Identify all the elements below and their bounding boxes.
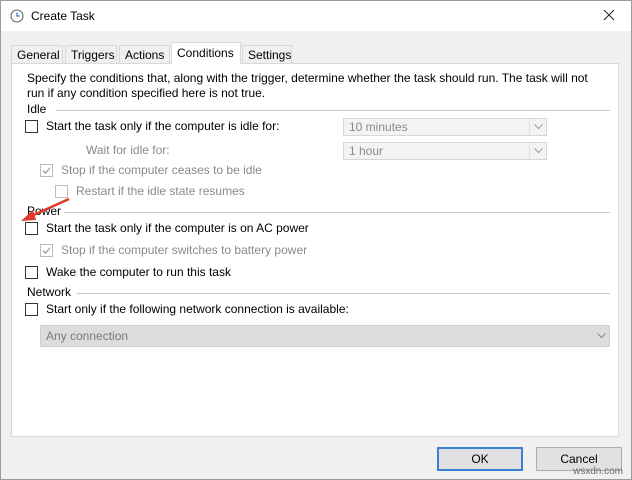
wake-label: Wake the computer to run this task bbox=[46, 265, 231, 279]
stop-idle-row[interactable]: Stop if the computer ceases to be idle bbox=[40, 163, 262, 177]
tab-settings[interactable]: Settings bbox=[242, 45, 292, 63]
wait-idle-value: 1 hour bbox=[349, 144, 384, 158]
idle-start-row[interactable]: Start the task only if the computer is i… bbox=[25, 119, 279, 133]
idle-group-label: Idle bbox=[27, 102, 47, 116]
title-bar[interactable]: Create Task bbox=[1, 1, 631, 31]
clock-icon bbox=[10, 9, 24, 23]
restart-idle-row[interactable]: Restart if the idle state resumes bbox=[55, 184, 245, 198]
close-button[interactable] bbox=[587, 1, 631, 31]
network-row[interactable]: Start only if the following network conn… bbox=[25, 302, 349, 316]
network-connection-value: Any connection bbox=[46, 329, 129, 343]
idle-start-label: Start the task only if the computer is i… bbox=[46, 119, 280, 133]
conditions-panel: Specify the conditions that, along with … bbox=[11, 63, 619, 437]
network-label: Start only if the following network conn… bbox=[46, 302, 349, 316]
create-task-dialog: Create Task General Triggers Actions Con… bbox=[0, 0, 632, 480]
tab-actions[interactable]: Actions bbox=[119, 45, 170, 63]
wait-idle-row: Wait for idle for: bbox=[86, 143, 170, 157]
wait-idle-label: Wait for idle for: bbox=[86, 143, 170, 157]
stop-idle-label: Stop if the computer ceases to be idle bbox=[61, 163, 262, 177]
tab-general[interactable]: General bbox=[11, 45, 63, 63]
battery-checkbox[interactable] bbox=[40, 243, 53, 257]
watermark: wsxdn.com bbox=[572, 466, 623, 477]
idle-duration-select[interactable]: 10 minutes bbox=[343, 118, 547, 136]
wait-idle-select[interactable]: 1 hour bbox=[343, 142, 547, 160]
stop-idle-checkbox[interactable] bbox=[40, 163, 53, 177]
checkmark-icon bbox=[42, 167, 51, 174]
tab-triggers[interactable]: Triggers bbox=[65, 45, 117, 63]
restart-idle-checkbox[interactable] bbox=[55, 184, 68, 198]
restart-idle-label: Restart if the idle state resumes bbox=[76, 184, 245, 198]
network-checkbox[interactable] bbox=[25, 302, 38, 316]
network-divider bbox=[77, 293, 610, 294]
chevron-down-icon bbox=[529, 119, 546, 135]
window-title: Create Task bbox=[31, 9, 95, 23]
conditions-description: Specify the conditions that, along with … bbox=[27, 71, 588, 100]
close-icon bbox=[603, 9, 615, 24]
chevron-down-icon bbox=[593, 326, 609, 346]
ok-button[interactable]: OK bbox=[437, 447, 523, 471]
power-divider bbox=[64, 212, 610, 213]
wake-checkbox[interactable] bbox=[25, 265, 38, 279]
checkmark-icon bbox=[42, 247, 51, 254]
tab-conditions[interactable]: Conditions bbox=[171, 42, 241, 64]
idle-duration-value: 10 minutes bbox=[349, 120, 408, 134]
idle-divider bbox=[56, 110, 610, 111]
network-group-label: Network bbox=[27, 285, 72, 299]
idle-start-checkbox[interactable] bbox=[25, 119, 38, 133]
battery-row[interactable]: Stop if the computer switches to battery… bbox=[40, 243, 307, 257]
battery-label: Stop if the computer switches to battery… bbox=[61, 243, 308, 257]
network-connection-select[interactable]: Any connection bbox=[40, 325, 610, 347]
chevron-down-icon bbox=[529, 143, 546, 159]
wake-row[interactable]: Wake the computer to run this task bbox=[25, 265, 231, 279]
annotation-arrow-icon bbox=[21, 197, 70, 221]
